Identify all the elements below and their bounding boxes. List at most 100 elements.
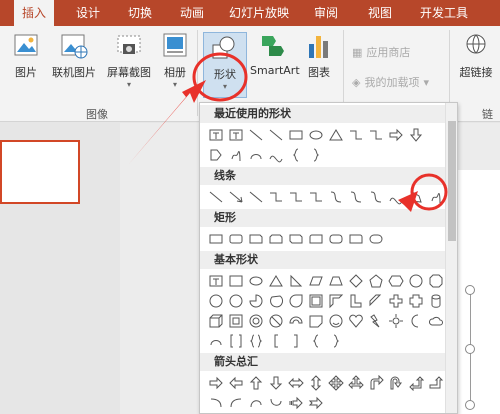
double-bracket-icon[interactable] xyxy=(226,331,246,351)
curved-arrow-icon[interactable] xyxy=(346,187,366,207)
decagon-icon[interactable] xyxy=(206,291,226,311)
tab-design[interactable]: 设计 xyxy=(70,0,106,26)
l-shape-icon[interactable] xyxy=(346,291,366,311)
no-symbol-icon[interactable] xyxy=(266,311,286,331)
diagonal-stripe-icon[interactable] xyxy=(366,291,386,311)
cube-icon[interactable] xyxy=(206,311,226,331)
scrollbar-thumb[interactable] xyxy=(448,121,456,241)
down-arrow-icon[interactable] xyxy=(266,373,286,393)
bent-arrow-icon[interactable] xyxy=(366,373,386,393)
tab-transitions[interactable]: 切换 xyxy=(122,0,158,26)
tab-slideshow[interactable]: 幻灯片放映 xyxy=(226,0,292,26)
cloud-icon[interactable] xyxy=(426,311,446,331)
curve-icon[interactable] xyxy=(266,145,286,165)
picture-button[interactable]: 图片 xyxy=(6,32,46,80)
curved-double-arrow-icon[interactable] xyxy=(366,187,386,207)
smartart-button[interactable]: SmartArt xyxy=(250,32,300,77)
rounded-rectangle-icon[interactable] xyxy=(326,229,346,249)
rounded-rectangle-icon[interactable] xyxy=(306,229,326,249)
resize-handle[interactable] xyxy=(465,344,475,354)
rounded-rectangle-icon[interactable] xyxy=(226,229,246,249)
tab-animations[interactable]: 动画 xyxy=(174,0,210,26)
elbow-double-arrow-icon[interactable] xyxy=(306,187,326,207)
bent-up-arrow-icon[interactable] xyxy=(426,373,446,393)
left-brace-icon[interactable] xyxy=(286,145,306,165)
striped-arrow-icon[interactable] xyxy=(286,393,306,413)
elbow-connector-icon[interactable] xyxy=(346,125,366,145)
right-arrow-icon[interactable] xyxy=(386,125,406,145)
smiley-face-icon[interactable] xyxy=(326,311,346,331)
line-icon[interactable] xyxy=(266,125,286,145)
rounded-rectangle-icon[interactable] xyxy=(366,229,386,249)
left-arrow-icon[interactable] xyxy=(226,373,246,393)
notched-arrow-icon[interactable] xyxy=(306,393,326,413)
oval-icon[interactable] xyxy=(306,125,326,145)
chart-button[interactable]: 图表 xyxy=(302,32,336,80)
left-up-arrow-icon[interactable] xyxy=(406,373,426,393)
trapezoid-icon[interactable] xyxy=(326,271,346,291)
dodecagon-icon[interactable] xyxy=(226,291,246,311)
left-brace-icon[interactable] xyxy=(306,331,326,351)
line-icon[interactable] xyxy=(246,125,266,145)
chord-icon[interactable] xyxy=(266,291,286,311)
u-turn-arrow-icon[interactable] xyxy=(386,373,406,393)
right-brace-icon[interactable] xyxy=(326,331,346,351)
tab-review[interactable]: 审阅 xyxy=(308,0,344,26)
lightning-bolt-icon[interactable] xyxy=(366,311,386,331)
arc-icon[interactable] xyxy=(246,145,266,165)
left-right-up-arrow-icon[interactable] xyxy=(346,373,366,393)
curved-arrow-icon[interactable] xyxy=(246,393,266,413)
text-box-icon[interactable] xyxy=(206,125,226,145)
curved-connector-icon[interactable] xyxy=(326,187,346,207)
resize-handle[interactable] xyxy=(465,400,475,410)
donut-icon[interactable] xyxy=(246,311,266,331)
vertical-text-box-icon[interactable] xyxy=(226,125,246,145)
heart-icon[interactable] xyxy=(346,311,366,331)
rectangle-icon[interactable] xyxy=(206,229,226,249)
sun-icon[interactable] xyxy=(386,311,406,331)
right-bracket-icon[interactable] xyxy=(286,331,306,351)
screenshot-button[interactable]: 屏幕截图 ▾ xyxy=(104,32,154,90)
right-brace-icon[interactable] xyxy=(306,145,326,165)
oval-icon[interactable] xyxy=(246,271,266,291)
teardrop-icon[interactable] xyxy=(286,291,306,311)
arrow-line-icon[interactable] xyxy=(226,187,246,207)
dropdown-scrollbar[interactable] xyxy=(445,103,457,413)
curved-arrow-icon[interactable] xyxy=(226,393,246,413)
heptagon-icon[interactable] xyxy=(406,271,426,291)
scribble-icon[interactable] xyxy=(426,187,446,207)
scribble-icon[interactable] xyxy=(226,145,246,165)
text-box-icon[interactable] xyxy=(206,271,226,291)
tab-insert[interactable]: 插入 xyxy=(14,0,54,26)
folded-corner-icon[interactable] xyxy=(306,311,326,331)
vertical-text-box-icon[interactable] xyxy=(226,271,246,291)
tab-view[interactable]: 视图 xyxy=(362,0,398,26)
octagon-icon[interactable] xyxy=(426,271,446,291)
triangle-icon[interactable] xyxy=(326,125,346,145)
resize-handle[interactable] xyxy=(465,285,475,295)
arc-icon[interactable] xyxy=(206,331,226,351)
line-icon[interactable] xyxy=(206,187,226,207)
parallelogram-icon[interactable] xyxy=(306,271,326,291)
slide-thumbnail[interactable] xyxy=(0,140,80,204)
snip-rectangle-icon[interactable] xyxy=(246,229,266,249)
pie-icon[interactable] xyxy=(246,291,266,311)
right-triangle-icon[interactable] xyxy=(286,271,306,291)
rectangle-icon[interactable] xyxy=(286,125,306,145)
down-arrow-icon[interactable] xyxy=(406,125,426,145)
left-bracket-icon[interactable] xyxy=(266,331,286,351)
elbow-connector-icon[interactable] xyxy=(366,125,386,145)
curve-icon[interactable] xyxy=(386,187,406,207)
app-store-button[interactable]: ▦ 应用商店 xyxy=(352,44,410,60)
rounded-rectangle-icon[interactable] xyxy=(346,229,366,249)
online-picture-button[interactable]: 联机图片 xyxy=(48,32,100,80)
quad-arrow-icon[interactable] xyxy=(326,373,346,393)
hyperlink-button[interactable]: 超链接 xyxy=(454,32,498,80)
double-arrow-line-icon[interactable] xyxy=(246,187,266,207)
diamond-icon[interactable] xyxy=(346,271,366,291)
triangle-icon[interactable] xyxy=(266,271,286,291)
half-frame-icon[interactable] xyxy=(326,291,346,311)
plaque-icon[interactable] xyxy=(406,291,426,311)
right-arrow-icon[interactable] xyxy=(206,373,226,393)
double-brace-icon[interactable] xyxy=(246,331,266,351)
